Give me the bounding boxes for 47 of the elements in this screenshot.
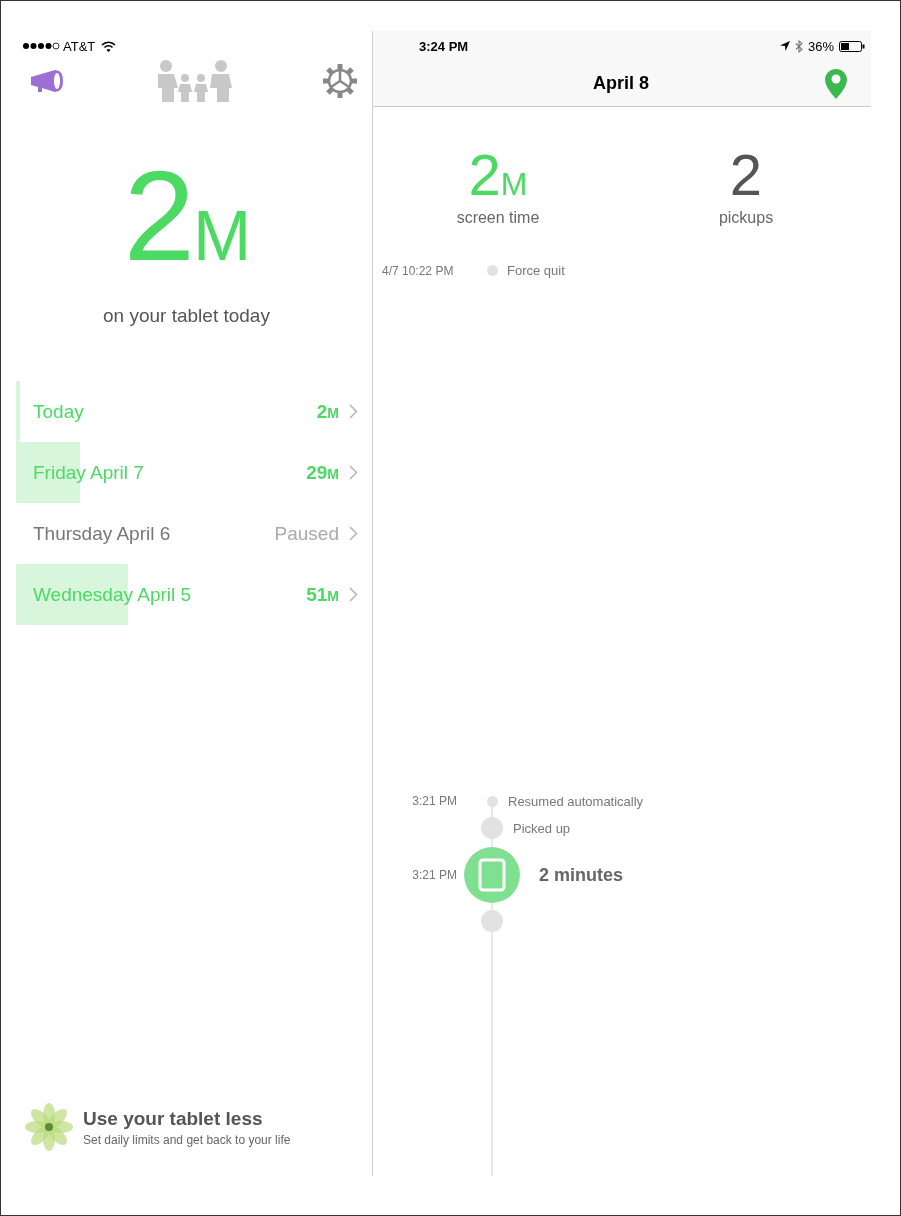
event-time: 4/7 10:22 PM <box>382 263 455 278</box>
event-time: 3:21 PM <box>411 868 458 882</box>
status-time: 3:24 PM <box>419 38 469 54</box>
chevron-icon <box>349 587 358 602</box>
day-label: Thursday April 6 <box>33 522 172 545</box>
event-text: Picked up <box>513 820 572 836</box>
map-pin-icon[interactable] <box>825 68 847 99</box>
chevron-icon <box>349 465 358 480</box>
battery-percent: 36% <box>807 38 834 54</box>
screen-time-value: 2M <box>468 143 528 207</box>
day-value: 29M <box>306 461 339 484</box>
chevron-icon <box>349 404 358 419</box>
signal-icon <box>22 42 60 50</box>
stat-label: pickups <box>718 209 774 227</box>
day-row[interactable]: Today 2M <box>16 381 372 442</box>
summary-caption: on your tablet today <box>103 305 270 327</box>
day-label: Today <box>33 400 85 423</box>
day-label: Friday April 7 <box>33 461 145 484</box>
day-label: Wednesday April 5 <box>33 583 193 606</box>
day-row[interactable]: Wednesday April 5 51M <box>16 564 372 625</box>
wifi-icon <box>101 40 117 52</box>
total-screen-time: 2M <box>123 161 250 289</box>
event-dot <box>487 265 498 276</box>
carrier-name: AT&T <box>63 38 96 54</box>
bluetooth-icon <box>794 39 803 53</box>
tablet-session-icon[interactable] <box>464 847 520 903</box>
pickups-value: 2 <box>729 143 763 207</box>
event-time: 3:21 PM <box>411 794 458 808</box>
location-arrow-icon <box>779 41 790 51</box>
day-row[interactable]: Thursday April 6 Paused <box>16 503 372 564</box>
chevron-icon <box>349 526 358 541</box>
battery-icon <box>839 40 865 52</box>
stat-label: screen time <box>456 209 540 227</box>
promo-subtitle: Set daily limits and get back to your life <box>83 1132 291 1147</box>
promo-title: Use your tablet less <box>83 1107 264 1130</box>
flower-icon <box>25 1103 73 1151</box>
event-text: Resumed automatically <box>508 793 645 809</box>
date-title: April 8 <box>593 73 649 94</box>
settings-icon[interactable] <box>322 63 358 99</box>
day-value: Paused <box>274 522 339 545</box>
day-value: 51M <box>306 583 339 606</box>
session-duration: 2 minutes <box>539 864 625 886</box>
event-text: Force quit <box>507 263 565 278</box>
day-row[interactable]: Friday April 7 29M <box>16 442 372 503</box>
megaphone-icon[interactable] <box>29 69 65 93</box>
promo-banner[interactable]: Use your tablet less Set daily limits and get back to your life <box>1 1103 372 1151</box>
day-value: 2M <box>316 400 339 423</box>
